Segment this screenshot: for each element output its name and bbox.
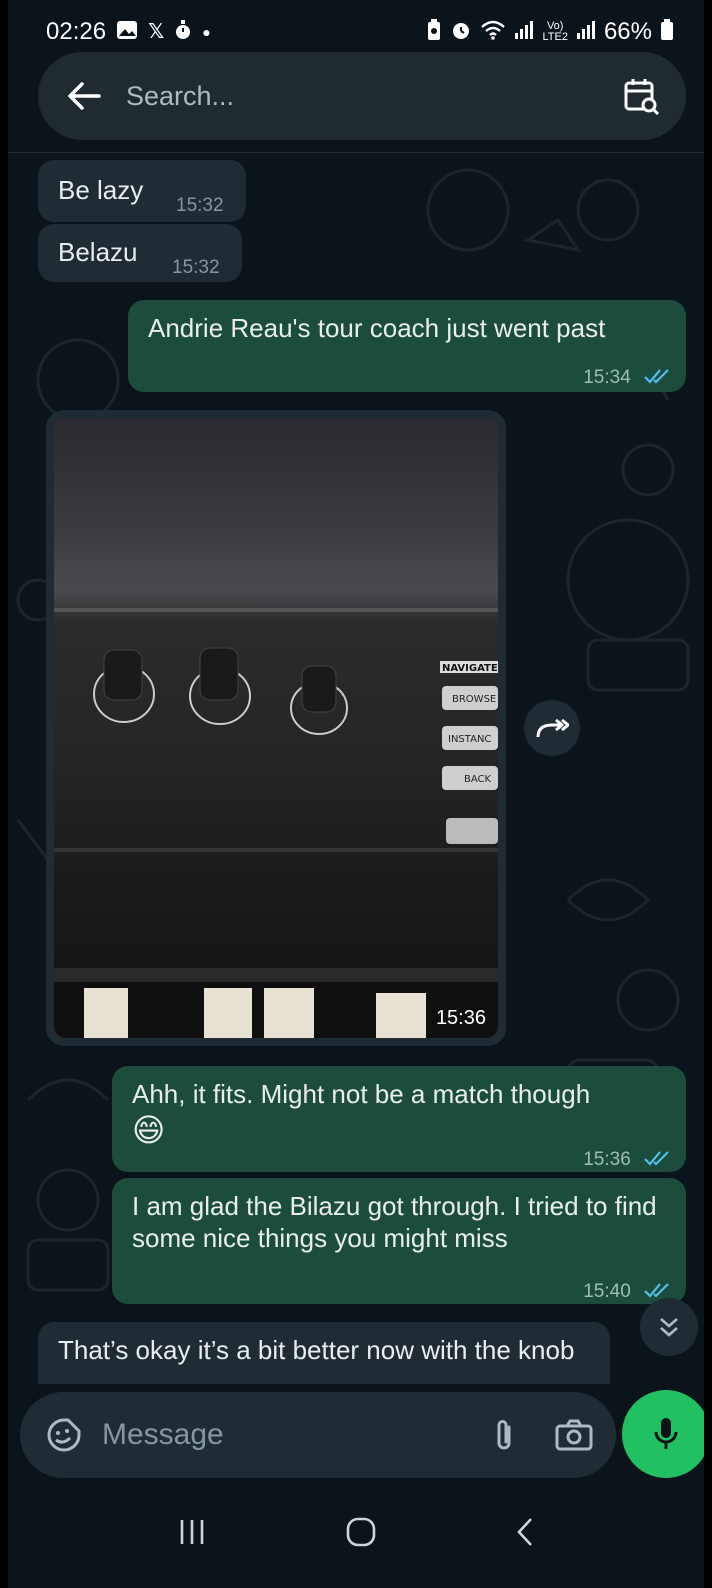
volte-icon: Vo) LTE2 bbox=[542, 20, 568, 43]
header-divider bbox=[8, 152, 704, 153]
camera-icon[interactable] bbox=[554, 1415, 594, 1455]
double-chevron-down-icon bbox=[660, 1318, 678, 1337]
gallery-icon bbox=[116, 20, 138, 44]
photo-label: BROWSE bbox=[452, 694, 496, 705]
signal-icon bbox=[576, 20, 596, 44]
alarm-icon bbox=[450, 19, 472, 45]
message-input[interactable]: Message bbox=[102, 1418, 454, 1452]
message-bubble-outgoing[interactable]: Andrie Reau's tour coach just went past … bbox=[128, 300, 686, 392]
photo-label: BACK bbox=[464, 774, 492, 785]
photo-content: NAVIGATE BROWSE INSTANC BACK bbox=[54, 608, 498, 1038]
message-text: That’s okay it’s a bit better now with t… bbox=[58, 1335, 575, 1365]
dot-icon: ● bbox=[202, 24, 211, 40]
message-bubble-incoming[interactable]: Be lazy 15:32 bbox=[38, 160, 246, 222]
message-text: Belazu bbox=[58, 237, 138, 267]
message-time: 15:36 bbox=[583, 1149, 631, 1170]
voice-record-button[interactable] bbox=[622, 1390, 704, 1478]
message-time: 15:40 bbox=[583, 1281, 631, 1302]
message-text: Andrie Reau's tour coach just went past bbox=[148, 313, 606, 343]
message-meta: 15:36 bbox=[583, 1140, 670, 1176]
search-header: Search... bbox=[38, 52, 686, 140]
photo-label: INSTANC bbox=[448, 734, 491, 745]
image-message[interactable]: NAVIGATE BROWSE INSTANC BACK 15:36 bbox=[46, 410, 506, 1046]
sticker-icon[interactable] bbox=[46, 1417, 82, 1453]
back-arrow-icon[interactable] bbox=[64, 76, 104, 116]
x-icon: 𝕏 bbox=[148, 21, 165, 43]
read-ticks-icon bbox=[644, 1283, 669, 1298]
read-ticks-icon bbox=[644, 1151, 669, 1166]
scroll-to-bottom-button[interactable] bbox=[640, 1298, 698, 1356]
battery-icon bbox=[660, 19, 674, 45]
emoji: 😄 bbox=[132, 1112, 166, 1148]
clock: 02:26 bbox=[46, 18, 107, 45]
recent-apps-icon[interactable] bbox=[177, 1517, 207, 1552]
calendar-search-icon[interactable] bbox=[622, 76, 662, 116]
read-ticks-icon bbox=[644, 369, 669, 384]
message-text: I am glad the Bilazu got through. I trie… bbox=[132, 1191, 657, 1253]
message-text: Ahh, it fits. Might not be a match thoug… bbox=[132, 1079, 591, 1109]
message-bubble-incoming[interactable]: Belazu 15:32 bbox=[38, 224, 242, 282]
message-bubble-incoming[interactable]: That’s okay it’s a bit better now with t… bbox=[38, 1322, 610, 1384]
message-time: 15:34 bbox=[583, 367, 631, 388]
message-time: 15:32 bbox=[176, 195, 224, 216]
message-time: 15:32 bbox=[172, 257, 220, 278]
battery-percent: 66% bbox=[603, 18, 652, 45]
battery-saver-icon bbox=[426, 19, 442, 45]
wifi-icon bbox=[480, 20, 506, 44]
attach-icon[interactable] bbox=[484, 1415, 524, 1455]
message-bubble-outgoing[interactable]: Ahh, it fits. Might not be a match thoug… bbox=[112, 1066, 686, 1172]
forward-icon[interactable] bbox=[524, 700, 580, 756]
microphone-icon bbox=[654, 1418, 678, 1449]
message-text: Be lazy bbox=[58, 175, 144, 205]
search-input[interactable]: Search... bbox=[126, 81, 622, 112]
message-bubble-outgoing[interactable]: I am glad the Bilazu got through. I trie… bbox=[112, 1178, 686, 1304]
back-nav-icon[interactable] bbox=[515, 1516, 535, 1553]
signal-icon bbox=[514, 20, 534, 44]
photo-keyboard-knobs[interactable]: NAVIGATE BROWSE INSTANC BACK 15:36 bbox=[54, 418, 498, 1038]
photo-label: NAVIGATE bbox=[442, 663, 498, 674]
home-icon[interactable] bbox=[345, 1516, 377, 1553]
chat-screen: 02:26 𝕏 ● Vo) LTE2 66% Search... Be lazy… bbox=[8, 0, 704, 1588]
message-composer: Message bbox=[20, 1392, 616, 1478]
stopwatch-icon bbox=[174, 19, 192, 45]
message-meta: 15:34 bbox=[583, 358, 670, 394]
system-navigation-bar bbox=[8, 1480, 704, 1588]
message-time: 15:36 bbox=[435, 1007, 486, 1029]
